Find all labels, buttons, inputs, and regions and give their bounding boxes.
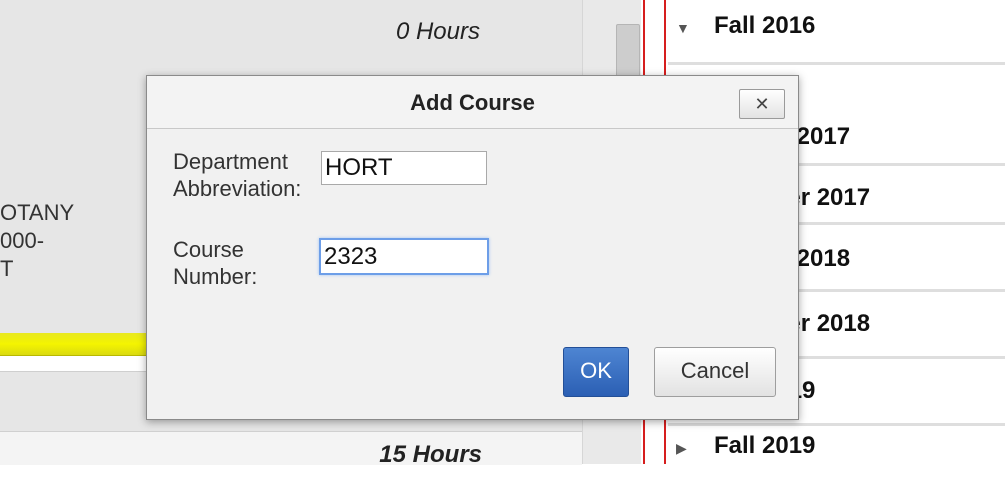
triangle-right-icon[interactable]: ▶	[676, 440, 687, 457]
course-number-label: Course Number:	[173, 237, 258, 289]
course-number-input[interactable]	[319, 238, 489, 275]
semester-name: Fall 2016	[714, 12, 816, 39]
close-icon[interactable]: ✕	[739, 89, 785, 119]
semester-row[interactable]: ▼ Fall 2016	[668, 0, 1005, 65]
ok-button[interactable]: OK	[563, 347, 629, 397]
dialog-title: Add Course	[410, 90, 535, 115]
cancel-button[interactable]: Cancel	[654, 347, 776, 397]
semester-name: Fall 2019	[714, 432, 816, 459]
semester-total-row: 15 Hours	[0, 431, 582, 468]
add-course-dialog: Add Course ✕ Department Abbreviation: Co…	[146, 75, 799, 420]
semester-row[interactable]: ▶ Fall 2019	[668, 426, 1005, 486]
triangle-down-icon[interactable]: ▼	[676, 20, 690, 36]
dialog-header[interactable]: Add Course ✕	[147, 76, 798, 129]
course-card-text[interactable]: OTANY 000- T	[0, 199, 130, 283]
semester-hours-top: 0 Hours	[395, 18, 480, 45]
department-abbreviation-input[interactable]	[321, 151, 487, 185]
department-label: Department Abbreviation:	[173, 149, 302, 201]
semester-hours-bottom: 15 Hours	[379, 441, 482, 468]
